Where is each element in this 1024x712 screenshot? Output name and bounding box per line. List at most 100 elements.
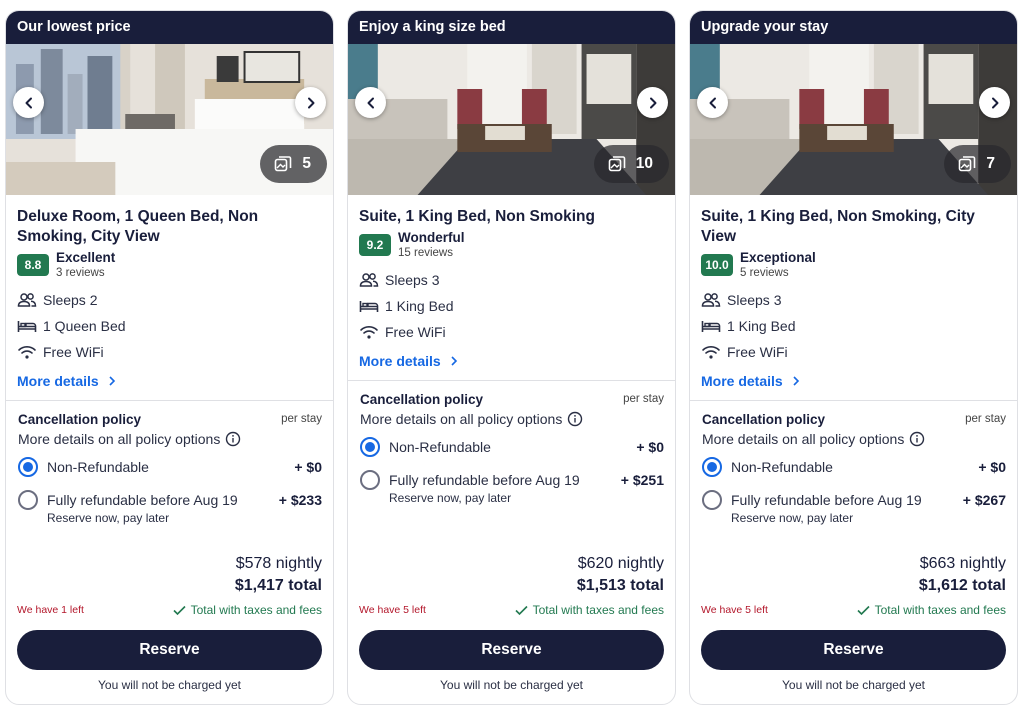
rating-word: Exceptional: [740, 250, 816, 265]
room-card: Enjoy a king size bed 10 Suite, 1 King B…: [347, 10, 676, 705]
room-banner: Enjoy a king size bed: [348, 11, 675, 44]
policy-title: Cancellation policy: [18, 412, 142, 427]
amenity-wifi: Free WiFi: [359, 319, 664, 345]
not-charged-note: You will not be charged yet: [98, 678, 241, 692]
gallery-icon: [959, 156, 976, 172]
price-summary: $663 nightly $1,612 total We have 5 left…: [690, 553, 1017, 617]
nightly-price: $663 nightly: [919, 555, 1006, 572]
policy-option-nonrefundable[interactable]: Non-Refundable + $0: [702, 457, 1006, 477]
policy-options-link[interactable]: More details on all policy options: [360, 410, 664, 428]
amenity-wifi: Free WiFi: [17, 339, 322, 365]
option-subtext: Reserve now, pay later: [731, 511, 854, 525]
reserve-button[interactable]: Reserve: [17, 630, 322, 670]
radio-nonrefundable[interactable]: [18, 457, 38, 477]
per-stay-label: per stay: [965, 413, 1006, 425]
option-subtext: Reserve now, pay later: [47, 511, 170, 525]
wifi-icon: [18, 346, 36, 359]
next-photo-button[interactable]: [637, 87, 668, 118]
reserve-button[interactable]: Reserve: [701, 630, 1006, 670]
chevron-right-icon: [307, 97, 314, 108]
info-icon[interactable]: [225, 431, 241, 447]
policy-option-refundable[interactable]: Fully refundable before Aug 19 + $233 Re…: [18, 490, 322, 525]
taxes-label: Total with taxes and fees: [190, 603, 322, 617]
gallery-icon: [275, 156, 292, 172]
amenity-sleeps: Sleeps 2: [17, 287, 322, 313]
more-details-label: More details: [701, 373, 783, 389]
previous-photo-button[interactable]: [355, 87, 386, 118]
photo-gallery-button[interactable]: 7: [944, 145, 1011, 183]
amenity-list: Sleeps 2 1 Queen Bed Free WiFi: [17, 287, 322, 365]
amenity-label: Sleeps 3: [385, 272, 440, 288]
taxes-label: Total with taxes and fees: [532, 603, 664, 617]
policy-options-label: More details on all policy options: [18, 431, 221, 447]
rating-score: 9.2: [359, 234, 391, 256]
more-details-link[interactable]: More details: [17, 370, 322, 392]
chevron-right-icon: [109, 376, 115, 386]
next-photo-button[interactable]: [295, 87, 326, 118]
info-icon[interactable]: [567, 411, 583, 427]
room-card: Upgrade your stay 7 Suite, 1 King Bed, N…: [689, 10, 1018, 705]
room-photo[interactable]: 7: [690, 44, 1017, 195]
policy-option-refundable[interactable]: Fully refundable before Aug 19 + $267 Re…: [702, 490, 1006, 525]
nightly-price: $578 nightly: [235, 555, 322, 572]
rating-word: Wonderful: [398, 230, 465, 245]
info-icon[interactable]: [909, 431, 925, 447]
amenity-sleeps: Sleeps 3: [359, 267, 664, 293]
review-count: 15 reviews: [398, 247, 453, 259]
rating-word: Excellent: [56, 250, 116, 265]
review-count: 3 reviews: [56, 267, 105, 279]
price-summary: $578 nightly $1,417 total We have 1 left…: [6, 553, 333, 617]
amenity-label: Sleeps 2: [43, 292, 98, 308]
reserve-button[interactable]: Reserve: [359, 630, 664, 670]
radio-refundable[interactable]: [702, 490, 722, 510]
price-summary: $620 nightly $1,513 total We have 5 left…: [348, 553, 675, 617]
radio-refundable[interactable]: [18, 490, 38, 510]
amenity-label: 1 Queen Bed: [43, 318, 126, 334]
policy-options-link[interactable]: More details on all policy options: [18, 430, 322, 448]
check-icon: [173, 605, 186, 615]
policy-option-nonrefundable[interactable]: Non-Refundable + $0: [18, 457, 322, 477]
total-price: $1,513 total: [576, 577, 664, 594]
bed-icon: [359, 301, 379, 312]
guest-rating: 10.0 Exceptional 5 reviews: [701, 250, 1006, 280]
taxes-label: Total with taxes and fees: [874, 603, 1006, 617]
amenity-label: Free WiFi: [385, 324, 446, 340]
radio-refundable[interactable]: [360, 470, 380, 490]
policy-option-nonrefundable[interactable]: Non-Refundable + $0: [360, 437, 664, 457]
policy-options-label: More details on all policy options: [360, 411, 563, 427]
guest-rating: 9.2 Wonderful 15 reviews: [359, 230, 664, 260]
room-title: Suite, 1 King Bed, Non Smoking, City Vie…: [701, 208, 975, 245]
people-icon: [359, 273, 379, 287]
cancellation-policy: Cancellation policy per stay More detail…: [690, 401, 1017, 525]
photo-gallery-button[interactable]: 10: [593, 145, 669, 183]
bed-icon: [17, 321, 37, 332]
policy-options-link[interactable]: More details on all policy options: [702, 430, 1006, 448]
amenity-label: 1 King Bed: [727, 318, 796, 334]
people-icon: [701, 293, 721, 307]
more-details-link[interactable]: More details: [701, 370, 1006, 392]
taxes-note: Total with taxes and fees: [857, 603, 1006, 617]
amenity-sleeps: Sleeps 3: [701, 287, 1006, 313]
guest-rating: 8.8 Excellent 3 reviews: [17, 250, 322, 280]
next-photo-button[interactable]: [979, 87, 1010, 118]
review-count: 5 reviews: [740, 267, 789, 279]
amenity-label: Sleeps 3: [727, 292, 782, 308]
policy-option-refundable[interactable]: Fully refundable before Aug 19 + $251 Re…: [360, 470, 664, 505]
chevron-left-icon: [367, 97, 374, 108]
bed-icon: [701, 321, 721, 332]
previous-photo-button[interactable]: [13, 87, 44, 118]
room-banner: Our lowest price: [6, 11, 333, 44]
room-photo[interactable]: 10: [348, 44, 675, 195]
check-icon: [857, 605, 870, 615]
photo-gallery-button[interactable]: 5: [260, 145, 327, 183]
option-label: Fully refundable before Aug 19: [731, 492, 922, 508]
amenity-bed: 1 Queen Bed: [17, 313, 322, 339]
radio-nonrefundable[interactable]: [360, 437, 380, 457]
room-photo[interactable]: 5: [6, 44, 333, 195]
previous-photo-button[interactable]: [697, 87, 728, 118]
more-details-link[interactable]: More details: [359, 350, 664, 372]
radio-nonrefundable[interactable]: [702, 457, 722, 477]
option-label: Non-Refundable: [47, 459, 149, 475]
rooms-left: We have 1 left: [17, 604, 84, 616]
option-price: + $0: [978, 459, 1006, 475]
